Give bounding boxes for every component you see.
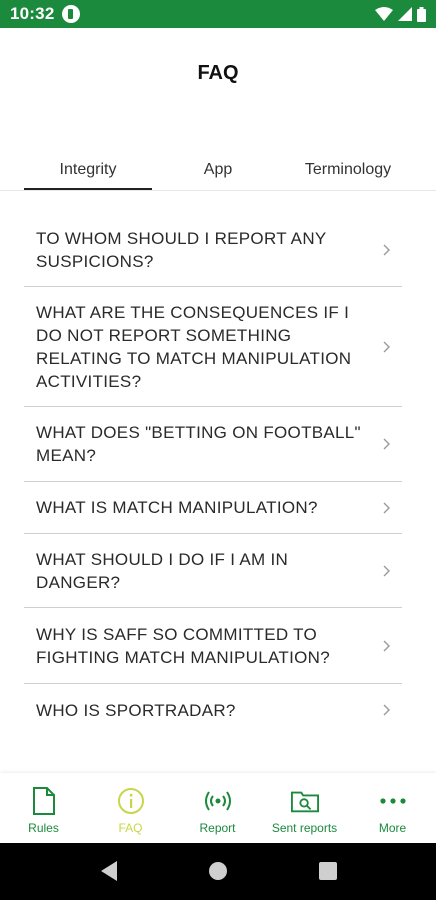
nav-item-rules[interactable]: Rules — [0, 773, 87, 843]
faq-question: WHAT SHOULD I DO IF I AM IN DANGER? — [36, 549, 289, 592]
back-icon[interactable] — [99, 860, 119, 882]
home-icon[interactable] — [207, 860, 229, 882]
faq-item-match-manipulation[interactable]: WHAT IS MATCH MANIPULATION? — [24, 482, 402, 534]
chevron-right-icon — [383, 341, 390, 352]
nav-label: Report — [199, 821, 236, 835]
faq-item-in-danger[interactable]: WHAT SHOULD I DO IF I AM IN DANGER? — [24, 534, 402, 608]
faq-question: WHAT IS MATCH MANIPULATION? — [36, 498, 318, 517]
status-time: 10:32 — [10, 4, 55, 23]
status-icons — [375, 6, 426, 22]
nav-label: Rules — [28, 821, 59, 835]
chevron-right-icon — [383, 502, 390, 513]
battery-icon — [417, 6, 426, 22]
info-icon — [117, 787, 145, 815]
nav-item-faq[interactable]: FAQ — [87, 773, 174, 843]
faq-item-report-suspicions[interactable]: TO WHOM SHOULD I REPORT ANY SUSPICIONS? — [24, 214, 402, 287]
faq-item-saff-committed[interactable]: WHY IS SAFF SO COMMITTED TO FIGHTING MAT… — [24, 608, 402, 684]
nav-label: FAQ — [118, 821, 143, 835]
chevron-right-icon — [383, 640, 390, 651]
chevron-right-icon — [383, 438, 390, 450]
folder-search-icon — [290, 787, 319, 815]
signal-icon — [398, 7, 412, 21]
faq-list: TO WHOM SHOULD I REPORT ANY SUSPICIONS? … — [24, 214, 402, 736]
tab-terminology[interactable]: Terminology — [292, 150, 404, 188]
app-notification-icon — [62, 5, 81, 23]
nav-label: Sent reports — [271, 821, 338, 835]
faq-item-sportradar[interactable]: WHO IS SPORTRADAR? — [24, 684, 402, 736]
nav-label: More — [378, 821, 407, 835]
wifi-icon — [375, 7, 393, 21]
tab-app[interactable]: App — [168, 150, 268, 188]
tab-integrity[interactable]: Integrity — [24, 150, 152, 190]
nav-item-more[interactable]: More — [349, 773, 436, 843]
chevron-right-icon — [383, 244, 390, 256]
faq-item-consequences[interactable]: WHAT ARE THE CONSEQUENCES IF I DO NOT RE… — [24, 287, 402, 407]
document-icon — [30, 787, 58, 815]
tab-bar: Integrity App Terminology — [0, 150, 436, 191]
chevron-right-icon — [383, 704, 390, 716]
bottom-nav: Rules FAQ Report Sent reports More — [0, 773, 436, 843]
faq-question: WHAT DOES "BETTING ON FOOTBALL" MEAN? — [36, 423, 361, 465]
broadcast-icon — [204, 787, 232, 815]
nav-item-report[interactable]: Report — [174, 773, 261, 843]
page-title: FAQ — [197, 62, 239, 84]
faq-item-betting-meaning[interactable]: WHAT DOES "BETTING ON FOOTBALL" MEAN? — [24, 407, 402, 482]
nav-item-sent-reports[interactable]: Sent reports — [261, 773, 348, 843]
status-bar: 10:32 — [0, 0, 436, 28]
faq-question: TO WHOM SHOULD I REPORT ANY SUSPICIONS? — [36, 229, 327, 271]
faq-question: WHO IS SPORTRADAR? — [36, 700, 236, 720]
faq-question: WHY IS SAFF SO COMMITTED TO FIGHTING MAT… — [36, 624, 330, 667]
chevron-right-icon — [383, 565, 390, 576]
recents-icon[interactable] — [319, 862, 337, 880]
faq-question: WHAT ARE THE CONSEQUENCES IF I DO NOT RE… — [36, 302, 352, 391]
more-dots-icon — [379, 787, 407, 815]
system-nav-bar — [0, 843, 436, 900]
